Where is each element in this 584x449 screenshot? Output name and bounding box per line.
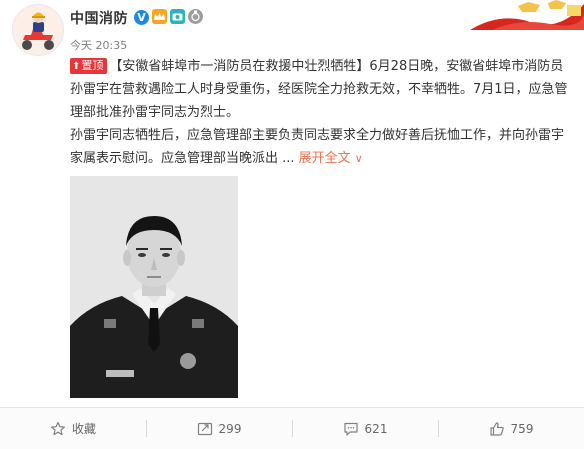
portrait-photo-illustration [70, 176, 238, 398]
like-button[interactable]: 759 [438, 408, 584, 449]
pin-arrow-icon: ⬆ [72, 61, 81, 72]
expand-full-text-link[interactable]: 展开全文 [299, 151, 351, 166]
user-avatar[interactable] [12, 4, 64, 56]
favorite-button[interactable]: 收藏 [0, 408, 146, 449]
medal-badge-icon[interactable] [188, 9, 203, 24]
pinned-label: 置顶 [81, 59, 104, 72]
comment-button[interactable]: 621 [292, 408, 438, 449]
star-icon [50, 421, 65, 435]
camera-badge-icon[interactable] [170, 9, 185, 24]
verified-badge-icon: V [134, 10, 149, 25]
comment-icon [343, 422, 358, 436]
favorite-label: 收藏 [71, 422, 96, 436]
post-action-bar: 收藏 299 621 759 [0, 408, 584, 449]
repost-button[interactable]: 299 [146, 408, 292, 449]
post-content: ⬆置顶 【安徽省蚌埠市一消防员在救援中壮烈牺牲】6月28日晚，安徽省蚌埠市消防员孙… [70, 55, 570, 170]
thumbs-up-icon [489, 421, 504, 436]
weibo-post-card: 中国消防 V 今天 20:35 ⬆置顶 【安徽省蚌埠市一消防员在救援中壮烈牺牲】6… [0, 0, 584, 449]
chevron-down-icon[interactable]: ∨ [355, 147, 363, 170]
post-title-topic[interactable]: 【安徽省蚌埠市一消防员在救援中壮烈牺牲】 [109, 59, 369, 74]
username[interactable]: 中国消防 [70, 8, 128, 28]
firefighter-cartoon-icon [13, 5, 63, 55]
like-count: 759 [510, 421, 534, 436]
crown-badge-icon[interactable] [152, 9, 167, 24]
pinned-tag: ⬆置顶 [70, 58, 108, 74]
comment-count: 621 [364, 421, 388, 436]
post-photo[interactable] [70, 176, 238, 398]
repost-icon [197, 422, 212, 435]
user-badges [152, 9, 203, 24]
decorative-banner-image [470, 0, 584, 30]
repost-count: 299 [218, 421, 242, 436]
post-timestamp[interactable]: 今天 20:35 [70, 37, 127, 53]
